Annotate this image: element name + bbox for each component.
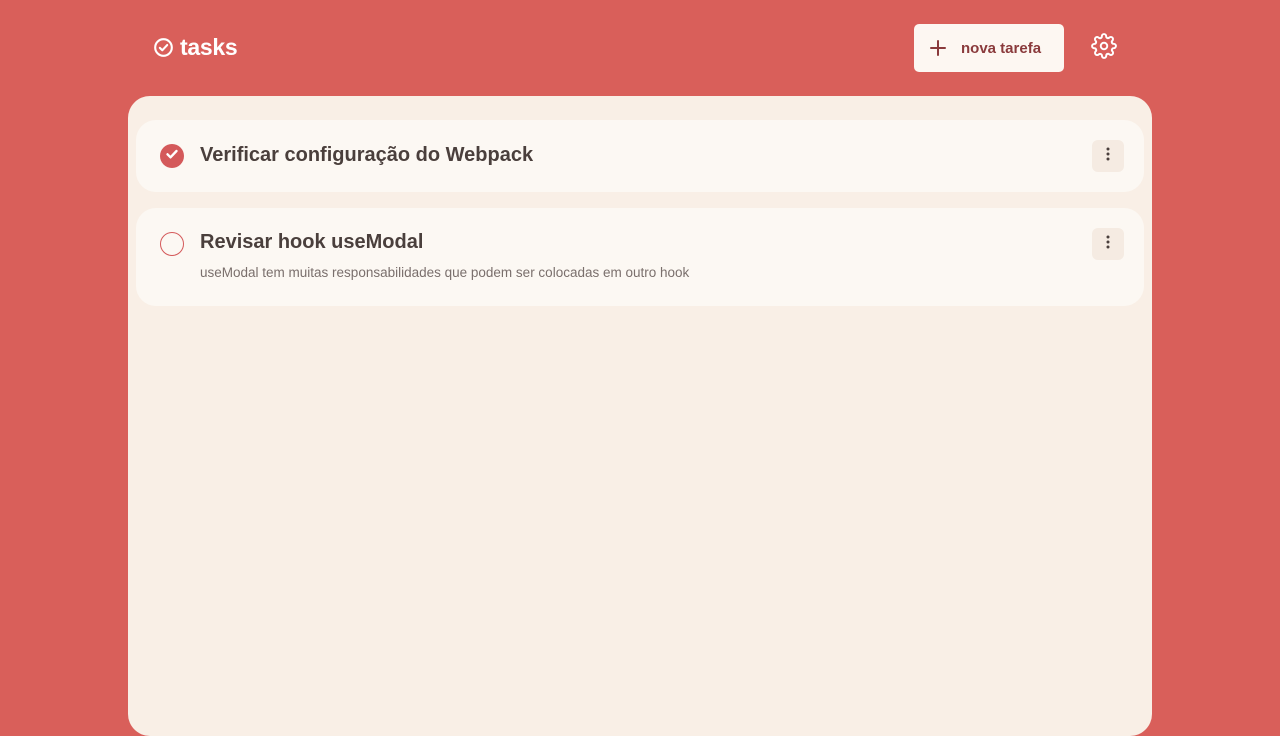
vertical-dots-icon [1106,235,1110,254]
new-task-label: nova tarefa [961,39,1042,57]
plus-icon [929,39,947,57]
settings-button[interactable] [1088,32,1120,64]
task-menu-button[interactable] [1092,228,1124,260]
gear-icon [1091,32,1117,64]
app-header: tasks nova tarefa [0,0,1280,96]
task-card[interactable]: Revisar hook useModal useModal tem muita… [136,208,1144,306]
logo-text: tasks [180,34,238,60]
check-circle-icon [153,37,174,58]
check-icon [165,147,179,166]
task-menu-button[interactable] [1092,140,1124,172]
task-complete-toggle[interactable] [160,144,184,168]
task-title: Revisar hook useModal [200,231,424,253]
vertical-dots-icon [1106,147,1110,166]
new-task-button[interactable]: nova tarefa [914,24,1064,72]
app-logo: tasks [153,34,238,61]
task-title: Verificar configuração do Webpack [200,144,534,166]
task-description: useModal tem muitas responsabilidades qu… [200,265,690,280]
task-card[interactable]: Verificar configuração do Webpack [136,120,1144,192]
task-complete-toggle[interactable] [160,232,184,256]
task-list-panel: Verificar configuração do Webpack Revisa… [128,96,1152,736]
